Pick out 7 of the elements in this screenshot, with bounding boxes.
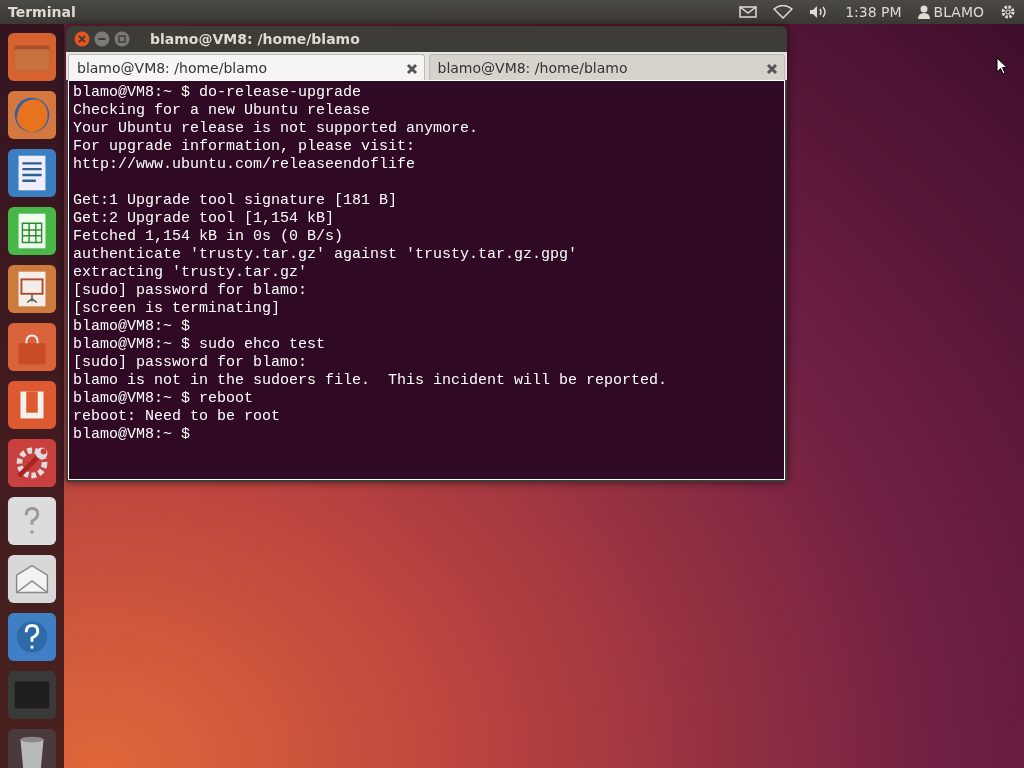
- app-name: Terminal: [8, 2, 76, 22]
- terminal-output: blamo@VM8:~ $ do-release-upgrade Checking for a new Ubuntu release Your Ubuntu release is not supported anymore. For upgrade information, please visit: http://www.ubuntu.com/releaseendoflife Get:1 Upgrade tool signature [181 B] Get:2 Upgrade tool [1,154 kB] Fetched 1,154 kB in 0s (0 B/s) authenticate 'trusty.tar.gz' against 'trusty.tar.gz.gpg' extracting 'trusty.tar.gz' [sudo] password for blamo: [screen is terminating] blamo@VM8:~ $ blamo@VM8:~ $ sudo ehco test [sudo] password for blamo: blamo is not in the sudoers file. This incident will be reported. blamo@VM8:~ $ reboot reboot: Need to be root blamo@VM8:~ $: [68, 80, 785, 480]
- terminal-tab[interactable]: blamo@VM8: /home/blamo: [428, 54, 785, 80]
- clock[interactable]: 1:38 PM: [845, 1, 902, 23]
- window-title: blamo@VM8: /home/blamo: [150, 29, 360, 49]
- terminal-tab[interactable]: blamo@VM8: /home/blamo: [68, 54, 425, 80]
- user-name[interactable]: BLAMO: [933, 1, 984, 23]
